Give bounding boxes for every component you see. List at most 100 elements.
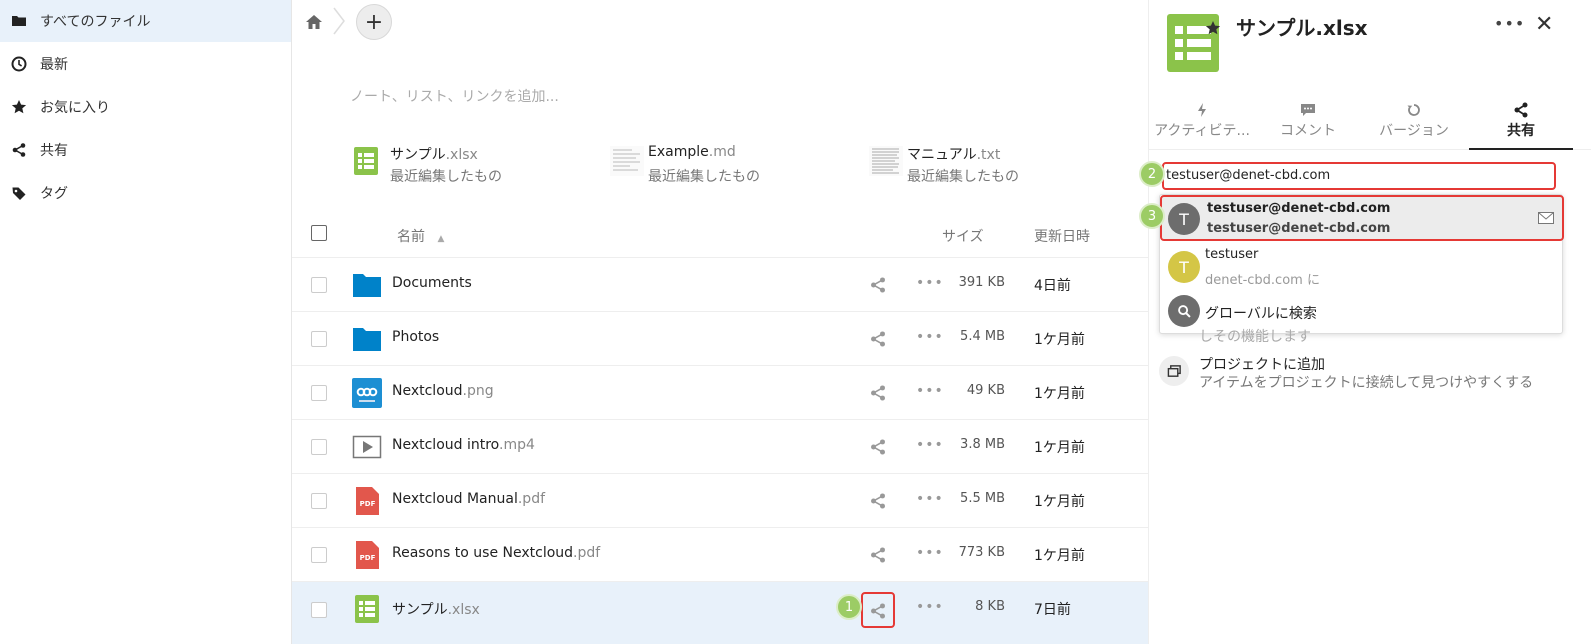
row-checkbox[interactable] [311,602,327,618]
tab-label: バージョン [1379,123,1449,139]
sort-by-name[interactable]: 名前 ▲ [397,226,444,246]
recent-file-name: サンプル [390,147,446,163]
plus-icon: + [364,9,384,35]
suggestion-title: testuser [1205,247,1259,262]
tab-versions[interactable]: バージョン [1363,100,1465,150]
sort-by-modified[interactable]: 更新日時 [1034,226,1090,246]
row-checkbox[interactable] [311,493,327,509]
more-actions-icon[interactable]: ••• [916,275,943,295]
nav-all-files[interactable]: すべてのファイル [0,0,291,42]
select-all-checkbox[interactable] [311,225,327,241]
nav-label: 最新 [40,57,68,73]
more-actions-icon[interactable]: ••• [916,545,943,565]
recent-file-sub: 最近編集したもの [390,169,502,185]
file-modified: 1ケ月前 [1034,332,1085,348]
favorite-star-icon[interactable] [1205,20,1221,36]
share-search-input[interactable]: testuser@denet-cbd.com [1162,162,1556,190]
clock-icon [10,55,28,73]
share-icon[interactable] [869,492,887,510]
file-name: Documents [392,275,472,291]
file-row[interactable]: Documents ••• 391 KB 4日前 [292,258,1148,312]
nav-label: お気に入り [40,100,110,116]
file-modified: 1ケ月前 [1034,386,1085,402]
file-row[interactable]: Photos ••• 5.4 MB 1ケ月前 [292,312,1148,366]
recent-file-sub: 最近編集したもの [907,169,1019,185]
bolt-icon [1198,103,1206,117]
svg-text:PDF: PDF [360,500,376,508]
share-icon[interactable] [869,438,887,456]
tab-activity[interactable]: アクティビテ... [1151,100,1253,150]
file-table-header: 名前 ▲ サイズ 更新日時 [292,212,1148,258]
step-1-highlight [861,592,895,628]
sort-ascending-icon: ▲ [437,234,445,244]
row-checkbox[interactable] [311,277,327,293]
file-size: 391 KB [958,275,1005,290]
more-actions-icon[interactable]: ••• [916,599,943,619]
file-row[interactable]: PDF Nextcloud Manual.pdf ••• 5.5 MB 1ケ月前 [292,474,1148,528]
suggestion-email-option[interactable]: T testuser@denet-cbd.com testuser@denet-… [1160,195,1564,241]
share-icon [10,141,28,159]
project-icon [1159,356,1189,386]
file-name: サンプル.xlsx [392,602,480,618]
recent-file-card[interactable]: マニュアル.txt 最近編集したもの [869,140,1119,190]
row-checkbox[interactable] [311,385,327,401]
home-icon[interactable] [304,12,324,32]
file-size: 49 KB [966,383,1005,398]
row-checkbox[interactable] [311,547,327,563]
share-icon[interactable] [869,384,887,402]
svg-text:PDF: PDF [360,554,376,562]
suggestion-title: グローバルに検索 [1205,306,1317,322]
file-size: 5.5 MB [960,491,1005,506]
file-row-selected[interactable]: サンプル.xlsx ••• 8 KB 7日前 [292,582,1148,644]
file-modified: 4日前 [1034,278,1071,294]
tag-icon [10,184,28,202]
more-actions-icon[interactable]: ••• [916,437,943,457]
file-row[interactable]: Nextcloud.png ••• 49 KB 1ケ月前 [292,366,1148,420]
recent-file-card[interactable]: サンプル.xlsx 最近編集したもの [352,140,602,190]
sort-by-size[interactable]: サイズ [942,226,984,246]
recent-file-card[interactable]: Example.md 最近編集したもの [610,140,860,190]
nav-tags[interactable]: タグ [0,172,291,214]
row-checkbox[interactable] [311,331,327,347]
row-checkbox[interactable] [311,439,327,455]
more-actions-icon[interactable]: ••• [916,329,943,349]
add-to-project-subtitle: アイテムをプロジェクトに接続して見つけやすくする [1199,375,1534,391]
mail-icon [1538,212,1554,224]
recent-file-name: Example [648,144,709,160]
pdf-file-icon: PDF [356,487,379,515]
share-icon [1514,102,1528,118]
nav-recent[interactable]: 最新 [0,43,291,85]
suggestion-subtitle: testuser@denet-cbd.com [1207,221,1391,236]
share-icon[interactable] [869,330,887,348]
file-row[interactable]: PDF Reasons to use Nextcloud.pdf ••• 773… [292,528,1148,582]
share-icon[interactable] [869,276,887,294]
share-icon[interactable] [869,546,887,564]
nav-label: タグ [40,186,68,202]
rich-workspace-placeholder[interactable]: ノート、リスト、リンクを追加... [350,86,559,106]
folder-icon [353,274,381,297]
share-suggestions-dropdown: T testuser@denet-cbd.com testuser@denet-… [1159,194,1564,334]
recent-file-name: マニュアル [907,147,977,163]
add-to-project-title[interactable]: プロジェクトに追加 [1199,354,1325,374]
more-actions-icon[interactable]: ••• [916,491,943,511]
recent-file-ext: .md [708,144,736,160]
close-icon[interactable]: ✕ [1535,12,1553,37]
file-modified: 1ケ月前 [1034,440,1085,456]
file-row[interactable]: Nextcloud intro.mp4 ••• 3.8 MB 1ケ月前 [292,420,1148,474]
more-options-icon[interactable]: ••• [1494,14,1525,33]
nav-label: 共有 [40,143,68,159]
tab-sharing[interactable]: 共有 [1469,100,1573,150]
breadcrumb-separator [333,7,345,35]
suggestion-user-option[interactable]: T testuser denet-cbd.com に [1160,243,1564,289]
file-list-area: + ノート、リスト、リンクを追加... サンプル.xlsx 最近編集したもの E… [292,0,1148,644]
nav-favorites[interactable]: お気に入り [0,86,291,128]
more-actions-icon[interactable]: ••• [916,383,943,403]
comment-icon [1301,104,1315,116]
nav-shares[interactable]: 共有 [0,129,291,171]
search-icon [1168,295,1200,327]
file-name: Reasons to use Nextcloud.pdf [392,545,601,561]
file-modified: 1ケ月前 [1034,494,1085,510]
tab-comments[interactable]: コメント [1257,100,1359,150]
new-file-button[interactable]: + [356,4,392,40]
folder-icon [10,12,28,30]
